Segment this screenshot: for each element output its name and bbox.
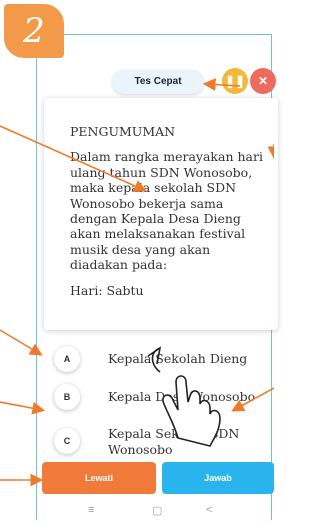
option-letter: B [54,384,80,410]
option-c[interactable]: C Kepala Sekolah SDN Wonosobo [46,426,272,457]
option-letter: C [54,428,80,454]
arrow-to-option-a [0,329,43,356]
back-icon[interactable]: < [206,504,212,516]
announcement-title: PENGUMUMAN [70,124,176,139]
option-text: Kepala Sekolah SDN Wonosobo [108,426,240,457]
answer-button[interactable]: Jawab [162,462,274,494]
option-text: Kepala Sekolah Dieng [108,351,248,366]
option-text: Kepala Desa Wonosobo [108,389,256,404]
step-badge: 2 [4,4,64,58]
quick-test-label: Tes Cepat [112,70,204,94]
system-navbar: ≡ ▢ < [70,504,240,522]
skip-button[interactable]: Lewati [42,462,156,494]
pause-button[interactable]: ❚❚ [222,68,248,94]
option-letter: A [54,346,80,372]
pause-icon: ❚❚ [224,74,246,88]
option-b[interactable]: B Kepala Desa Wonosobo [46,384,272,410]
close-button[interactable]: ✕ [250,68,276,94]
announcement-body: Dalam rangka merayakan hari ulang tahun … [70,149,263,273]
home-icon[interactable]: ▢ [152,504,162,517]
close-icon: ✕ [257,74,269,88]
option-a[interactable]: A Kepala Sekolah Dieng [46,346,272,372]
announcement-detail: Hari: Sabtu [70,282,144,298]
menu-icon[interactable]: ≡ [88,504,94,516]
announcement-card: PENGUMUMAN Dalam rangka merayakan hari u… [44,98,278,330]
